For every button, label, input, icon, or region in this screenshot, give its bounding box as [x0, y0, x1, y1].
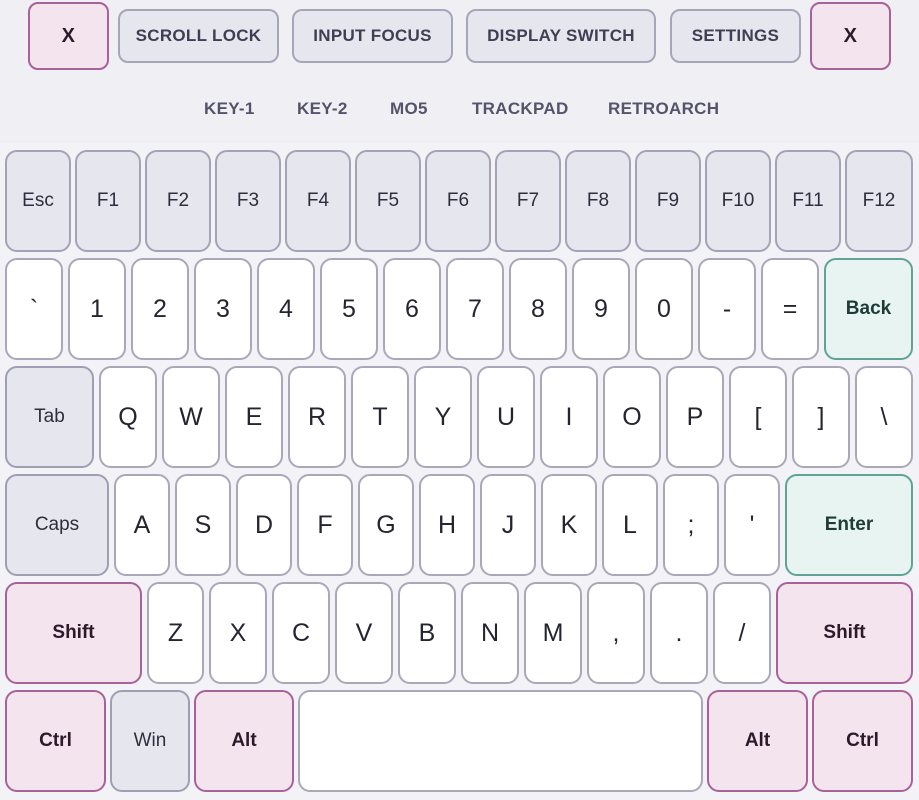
- tab-retroarch[interactable]: RETROARCH: [608, 96, 719, 122]
- key-3[interactable]: 3: [194, 258, 252, 360]
- key-e[interactable]: E: [225, 366, 283, 468]
- key-w[interactable]: W: [162, 366, 220, 468]
- key-f4[interactable]: F4: [285, 150, 351, 252]
- key-minus[interactable]: -: [698, 258, 756, 360]
- key-f6[interactable]: F6: [425, 150, 491, 252]
- key-space[interactable]: [298, 690, 703, 792]
- key-f11[interactable]: F11: [775, 150, 841, 252]
- key-caps-lock[interactable]: Caps: [5, 474, 109, 576]
- key-period[interactable]: .: [650, 582, 708, 684]
- key-f5[interactable]: F5: [355, 150, 421, 252]
- key-slash[interactable]: /: [713, 582, 771, 684]
- key-u[interactable]: U: [477, 366, 535, 468]
- key-a[interactable]: A: [114, 474, 170, 576]
- key-t[interactable]: T: [351, 366, 409, 468]
- key-q[interactable]: Q: [99, 366, 157, 468]
- key-g[interactable]: G: [358, 474, 414, 576]
- key-h[interactable]: H: [419, 474, 475, 576]
- key-d[interactable]: D: [236, 474, 292, 576]
- toolbar-panel: X SCROLL LOCK INPUT FOCUS DISPLAY SWITCH…: [0, 0, 919, 143]
- key-i[interactable]: I: [540, 366, 598, 468]
- key-7[interactable]: 7: [446, 258, 504, 360]
- key-win[interactable]: Win: [110, 690, 190, 792]
- key-1[interactable]: 1: [68, 258, 126, 360]
- key-right-bracket[interactable]: ]: [792, 366, 850, 468]
- key-0[interactable]: 0: [635, 258, 693, 360]
- key-l[interactable]: L: [602, 474, 658, 576]
- key-f[interactable]: F: [297, 474, 353, 576]
- key-quote[interactable]: ': [724, 474, 780, 576]
- tab-trackpad[interactable]: TRACKPAD: [472, 96, 569, 122]
- key-p[interactable]: P: [666, 366, 724, 468]
- key-5[interactable]: 5: [320, 258, 378, 360]
- key-enter[interactable]: Enter: [785, 474, 913, 576]
- key-k[interactable]: K: [541, 474, 597, 576]
- scroll-lock-button[interactable]: SCROLL LOCK: [118, 9, 279, 63]
- key-semicolon[interactable]: ;: [663, 474, 719, 576]
- key-f9[interactable]: F9: [635, 150, 701, 252]
- key-6[interactable]: 6: [383, 258, 441, 360]
- key-f12[interactable]: F12: [845, 150, 913, 252]
- key-alt-left[interactable]: Alt: [194, 690, 294, 792]
- key-tab[interactable]: Tab: [5, 366, 94, 468]
- key-ctrl-right[interactable]: Ctrl: [812, 690, 913, 792]
- key-s[interactable]: S: [175, 474, 231, 576]
- key-y[interactable]: Y: [414, 366, 472, 468]
- display-switch-button[interactable]: DISPLAY SWITCH: [466, 9, 656, 63]
- key-ctrl-left[interactable]: Ctrl: [5, 690, 106, 792]
- tab-mo5[interactable]: MO5: [390, 96, 428, 122]
- settings-button[interactable]: SETTINGS: [670, 9, 801, 63]
- key-8[interactable]: 8: [509, 258, 567, 360]
- key-f7[interactable]: F7: [495, 150, 561, 252]
- tab-key-1[interactable]: KEY-1: [204, 96, 255, 122]
- key-4[interactable]: 4: [257, 258, 315, 360]
- tab-key-2[interactable]: KEY-2: [297, 96, 348, 122]
- key-o[interactable]: O: [603, 366, 661, 468]
- key-f8[interactable]: F8: [565, 150, 631, 252]
- key-alt-right[interactable]: Alt: [707, 690, 808, 792]
- key-backtick[interactable]: `: [5, 258, 63, 360]
- key-backspace[interactable]: Back: [824, 258, 913, 360]
- key-v[interactable]: V: [335, 582, 393, 684]
- key-n[interactable]: N: [461, 582, 519, 684]
- close-right-button[interactable]: X: [810, 2, 891, 70]
- key-comma[interactable]: ,: [587, 582, 645, 684]
- key-2[interactable]: 2: [131, 258, 189, 360]
- key-equals[interactable]: =: [761, 258, 819, 360]
- key-j[interactable]: J: [480, 474, 536, 576]
- key-f2[interactable]: F2: [145, 150, 211, 252]
- key-backslash[interactable]: \: [855, 366, 913, 468]
- input-focus-button[interactable]: INPUT FOCUS: [292, 9, 453, 63]
- key-f3[interactable]: F3: [215, 150, 281, 252]
- key-9[interactable]: 9: [572, 258, 630, 360]
- key-r[interactable]: R: [288, 366, 346, 468]
- on-screen-keyboard: Esc F1 F2 F3 F4 F5 F6 F7 F8 F9 F10 F11 F…: [0, 143, 919, 800]
- key-shift-right[interactable]: Shift: [776, 582, 913, 684]
- key-left-bracket[interactable]: [: [729, 366, 787, 468]
- close-left-button[interactable]: X: [28, 2, 109, 70]
- key-z[interactable]: Z: [147, 582, 204, 684]
- key-c[interactable]: C: [272, 582, 330, 684]
- key-shift-left[interactable]: Shift: [5, 582, 142, 684]
- key-f10[interactable]: F10: [705, 150, 771, 252]
- key-esc[interactable]: Esc: [5, 150, 71, 252]
- key-f1[interactable]: F1: [75, 150, 141, 252]
- key-b[interactable]: B: [398, 582, 456, 684]
- key-x[interactable]: X: [209, 582, 267, 684]
- key-m[interactable]: M: [524, 582, 582, 684]
